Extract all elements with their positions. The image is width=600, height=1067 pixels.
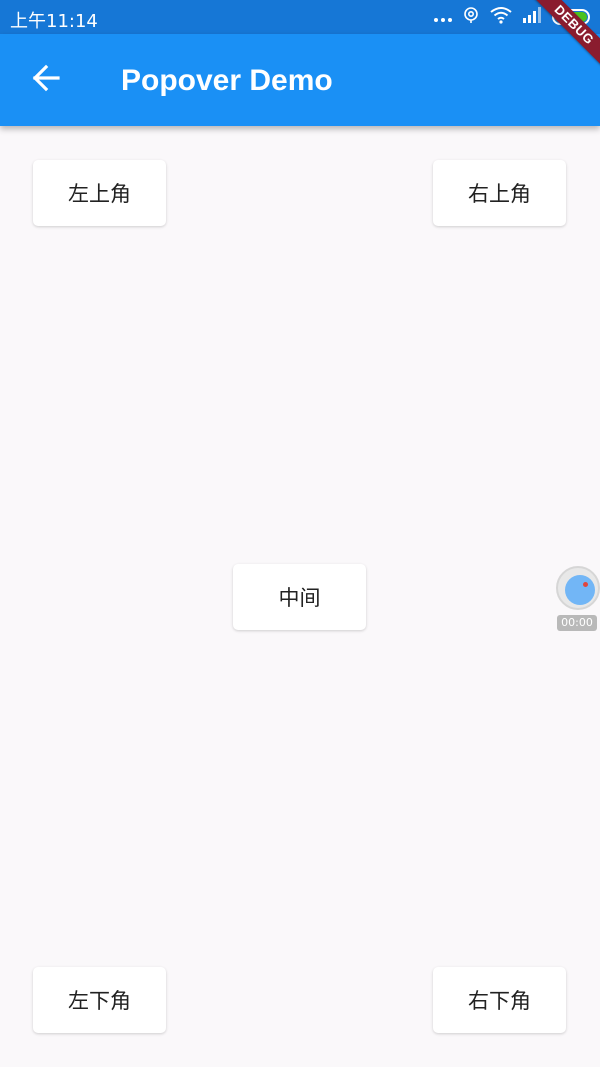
signal-icon [522,6,542,29]
more-dots-icon [434,18,452,22]
back-button[interactable] [18,52,74,108]
page-title: Popover Demo [121,64,333,97]
record-dot [565,575,595,605]
bottom-left-button[interactable]: 左下角 [33,967,166,1033]
top-left-button[interactable]: 左上角 [33,160,166,226]
app-bar: Popover Demo [0,34,600,126]
bottom-right-button[interactable]: 右下角 [433,967,566,1033]
location-icon [462,6,480,29]
record-indicator [583,582,588,587]
record-icon[interactable] [556,566,600,610]
top-right-button[interactable]: 右上角 [433,160,566,226]
screen-recorder-widget[interactable]: 00:00 [556,566,600,632]
wifi-icon [490,6,512,29]
status-bar: 上午11:14 [0,0,600,34]
status-time: 上午11:14 [10,11,98,32]
screen: 上午11:14 DEBUG Popover Demo 左上角 右上角 中间 左下… [0,0,600,1067]
recorder-time: 00:00 [557,615,597,631]
center-button[interactable]: 中间 [233,564,366,630]
arrow-left-icon [31,63,61,98]
